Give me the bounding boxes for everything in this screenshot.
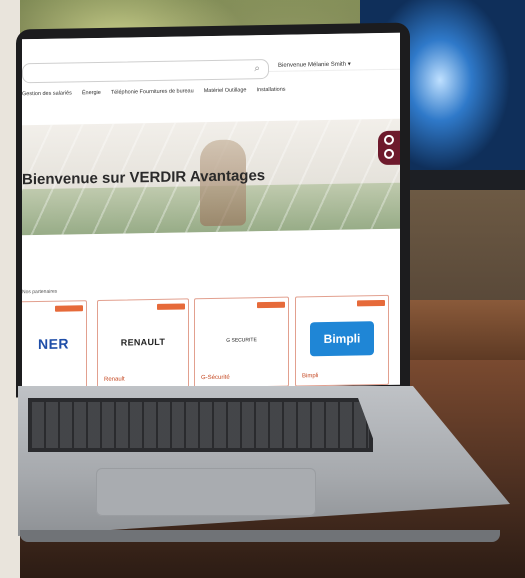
partner-card[interactable]: G SECURITE G-Sécurité bbox=[194, 296, 289, 389]
main-nav: Gestion des salariés Énergie Téléphonie … bbox=[22, 85, 400, 108]
nav-item[interactable]: Installations bbox=[256, 87, 285, 104]
partner-cards: NER RENAULT Renault G SECURITE G-Sécurit… bbox=[22, 294, 400, 392]
touchpad bbox=[96, 468, 316, 516]
account-menu[interactable]: Bienvenue Mélanie Smith ▾ bbox=[278, 61, 351, 69]
laptop-front-edge bbox=[20, 530, 500, 542]
search-icon[interactable]: ⌕ bbox=[254, 63, 260, 74]
card-tag bbox=[157, 303, 185, 310]
laptop: ⌕ Bienvenue Mélanie Smith ▾ Gestion des … bbox=[0, 0, 525, 578]
g-securite-logo: G SECURITE bbox=[226, 337, 257, 344]
card-tag bbox=[257, 301, 285, 309]
section-caption: Nos partenaires bbox=[22, 288, 58, 296]
renault-logo: RENAULT bbox=[120, 336, 166, 348]
keyboard bbox=[28, 398, 373, 452]
nav-item[interactable]: Téléphonie Fournitures de bureau bbox=[111, 88, 194, 105]
partner-link[interactable]: G-Sécurité bbox=[201, 375, 230, 382]
partner-logo: NER bbox=[37, 335, 70, 353]
brand-accent-icon bbox=[378, 130, 400, 166]
partner-link[interactable]: Bimpli bbox=[302, 373, 318, 379]
card-tag bbox=[357, 299, 385, 307]
search-input[interactable]: ⌕ bbox=[22, 58, 269, 84]
bimpli-logo: Bimpli bbox=[296, 320, 388, 358]
hero-banner: Bienvenue sur VERDIR Avantages bbox=[22, 118, 400, 236]
nav-item[interactable]: Énergie bbox=[82, 90, 101, 106]
nav-item[interactable]: Matériel Outillage bbox=[204, 87, 247, 104]
partner-card[interactable]: NER bbox=[22, 300, 87, 392]
card-tag bbox=[55, 305, 83, 312]
partner-card[interactable]: RENAULT Renault bbox=[97, 298, 189, 390]
partner-card[interactable]: Bimpli Bimpli bbox=[295, 294, 389, 387]
partner-link[interactable]: Renault bbox=[104, 377, 125, 383]
nav-item[interactable]: Gestion des salariés bbox=[22, 90, 72, 107]
laptop-screen: ⌕ Bienvenue Mélanie Smith ▾ Gestion des … bbox=[22, 32, 400, 392]
